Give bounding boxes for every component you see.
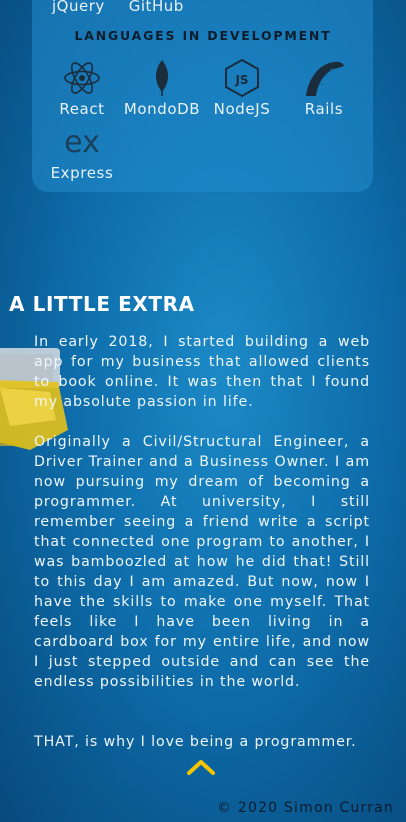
express-icon: ex [40,122,124,162]
lang-express: ex Express [40,122,124,182]
rails-icon [282,58,366,98]
skill-github: GitHub [128,0,184,15]
lang-mongodb: MondoDB [120,58,204,118]
top-skills-row: jQuery GitHub [52,0,184,15]
languages-heading: LANGUAGES IN DEVELOPMENT [74,28,332,43]
lang-label: NodeJS [213,100,271,118]
extra-paragraph-1: In early 2018, I started building a web … [34,334,370,410]
scroll-top-chevron-icon[interactable] [186,758,216,776]
lang-rails: Rails [282,58,366,118]
lang-label: MondoDB [123,100,201,118]
mongodb-leaf-icon [120,58,204,98]
nodejs-icon: JS [200,58,284,98]
lang-label: Express [50,164,114,182]
extra-paragraph-2: Originally a Civil/Structural Engineer, … [34,434,370,690]
lang-nodejs: JS NodeJS [200,58,284,118]
svg-text:ex: ex [64,125,100,160]
footer-copyright: © 2020 Simon Curran [217,800,394,816]
lang-react: React [40,58,124,118]
skill-jquery: jQuery [52,0,105,15]
lang-label: React [59,100,105,118]
extra-title: A LITTLE EXTRA [9,292,195,316]
svg-text:JS: JS [234,73,248,87]
lang-label: Rails [304,100,344,118]
extra-paragraph-3: THAT, is why I love being a programmer. [34,734,357,750]
react-icon [40,58,124,98]
